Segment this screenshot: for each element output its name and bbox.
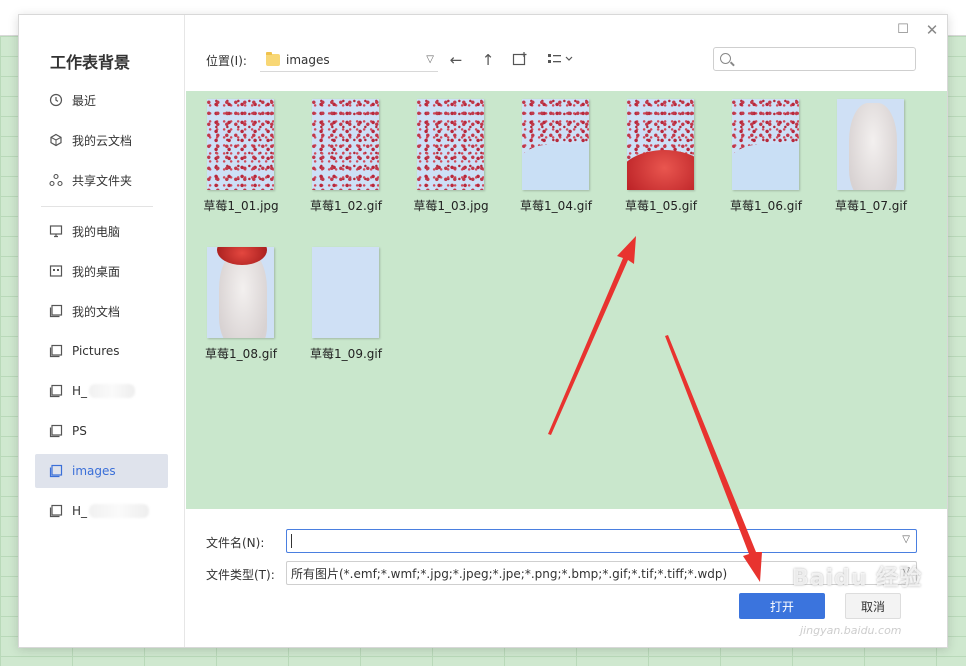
filetype-value: 所有图片(*.emf;*.wmf;*.jpg;*.jpeg;*.jpe;*.pn…	[291, 566, 728, 581]
sidebar-item-h-folder-1[interactable]: H_	[35, 374, 168, 408]
file-item[interactable]: 草莓1_05.gif	[606, 91, 706, 221]
sidebar-item-ps[interactable]: PS	[35, 414, 168, 448]
file-thumbnail	[312, 247, 379, 338]
sidebar-item-recent[interactable]: 最近	[35, 83, 168, 117]
folder-icon	[49, 464, 63, 478]
file-item[interactable]: 草莓1_09.gif	[291, 239, 391, 369]
file-thumbnail	[312, 99, 379, 190]
file-thumbnail	[207, 247, 274, 338]
file-item[interactable]: 草莓1_04.gif	[501, 91, 601, 221]
file-name: 草莓1_05.gif	[625, 199, 697, 213]
sidebar-item-my-documents[interactable]: 我的文档	[35, 294, 168, 328]
file-name: 草莓1_06.gif	[730, 199, 802, 213]
cloud-box-icon	[50, 133, 62, 147]
location-label: 位置(I):	[206, 54, 247, 68]
file-thumbnail	[417, 99, 484, 190]
sidebar-item-pictures[interactable]: Pictures	[35, 334, 168, 368]
location-dropdown[interactable]: images ▽	[260, 48, 438, 72]
file-name: 草莓1_09.gif	[310, 347, 382, 361]
file-item[interactable]: 草莓1_08.gif	[186, 239, 286, 369]
sidebar-item-label: 我的桌面	[72, 264, 121, 279]
clock-icon	[49, 93, 63, 107]
sidebar-item-label: Pictures	[72, 344, 120, 358]
sidebar-item-my-computer[interactable]: 我的电脑	[35, 214, 168, 248]
search-box[interactable]	[713, 47, 916, 71]
folder-icon	[49, 504, 63, 518]
file-item[interactable]: 草莓1_03.jpg	[396, 91, 496, 221]
sidebar-item-label: images	[72, 464, 116, 478]
desktop-icon	[49, 265, 63, 277]
file-name: 草莓1_07.gif	[835, 199, 907, 213]
sidebar-item-label: 我的云文档	[72, 133, 133, 148]
dialog-title: 工作表背景	[50, 53, 131, 72]
sidebar-item-label: H_	[72, 504, 88, 518]
file-thumbnail	[837, 99, 904, 190]
folder-icon	[266, 51, 280, 66]
file-name: 草莓1_01.jpg	[203, 199, 279, 213]
filename-input[interactable]: ▽	[286, 529, 917, 553]
file-thumbnail	[207, 99, 274, 190]
sidebar-item-shared-folder[interactable]: 共享文件夹	[35, 163, 168, 197]
sidebar-item-images[interactable]: images	[35, 454, 168, 488]
sidebar-item-label: 共享文件夹	[72, 173, 133, 188]
search-icon	[720, 53, 731, 64]
file-item[interactable]: 草莓1_02.gif	[291, 91, 391, 221]
filetype-label: 文件类型(T):	[206, 568, 275, 582]
file-name: 草莓1_02.gif	[310, 199, 382, 213]
monitor-icon	[49, 225, 63, 238]
sidebar-divider	[41, 206, 153, 207]
sidebar: 工作表背景 最近 我的云文档 共享文件夹 我的电脑 我的桌面 我的文档 Pict…	[19, 15, 185, 647]
file-thumbnail	[732, 99, 799, 190]
folder-icon	[49, 344, 63, 358]
file-list-area: 草莓1_01.jpg 草莓1_02.gif 草莓1_03.jpg 草莓1_04.…	[186, 91, 947, 509]
up-arrow-icon[interactable]: ↑	[479, 51, 497, 69]
back-arrow-icon[interactable]: ←	[447, 51, 465, 69]
filename-label: 文件名(N):	[206, 536, 265, 550]
view-list-icon[interactable]	[547, 51, 577, 69]
toolbar: 位置(I): images ▽ ← ↑	[185, 15, 947, 91]
sidebar-item-label: 我的文档	[72, 304, 121, 319]
new-folder-icon[interactable]	[511, 51, 529, 69]
sidebar-item-label: 最近	[72, 93, 97, 108]
folder-icon	[49, 424, 63, 438]
sidebar-item-label: PS	[72, 424, 87, 438]
file-name: 草莓1_03.jpg	[413, 199, 489, 213]
file-thumbnail	[522, 99, 589, 190]
redacted-text	[89, 504, 150, 518]
watermark-url: jingyan.baidu.com	[800, 624, 902, 637]
search-input[interactable]	[736, 51, 906, 67]
location-value: images	[286, 52, 330, 67]
sidebar-item-label: 我的电脑	[72, 224, 121, 239]
chevron-down-icon: ▽	[426, 54, 434, 65]
worksheet-background-dialog: ☐ ✕ 工作表背景 最近 我的云文档 共享文件夹 我的电脑 我的桌面 我的文档	[18, 14, 948, 648]
file-item[interactable]: 草莓1_07.gif	[816, 91, 916, 221]
baidu-watermark: Baidu 经验	[792, 566, 923, 591]
sidebar-item-my-desktop[interactable]: 我的桌面	[35, 254, 168, 288]
text-caret	[291, 534, 292, 548]
folder-icon	[49, 384, 63, 398]
sidebar-item-cloud-docs[interactable]: 我的云文档	[35, 123, 168, 157]
file-name: 草莓1_04.gif	[520, 199, 592, 213]
file-thumbnail	[627, 99, 694, 190]
document-folder-icon	[49, 304, 63, 318]
chevron-down-icon[interactable]: ▽	[902, 534, 910, 545]
file-item[interactable]: 草莓1_01.jpg	[186, 91, 286, 221]
file-name: 草莓1_08.gif	[205, 347, 277, 361]
sidebar-item-h-folder-2[interactable]: H_	[35, 494, 168, 528]
redacted-text	[89, 384, 136, 398]
file-item[interactable]: 草莓1_06.gif	[711, 91, 811, 221]
sidebar-item-label: H_	[72, 384, 88, 398]
share-icon	[49, 173, 63, 187]
